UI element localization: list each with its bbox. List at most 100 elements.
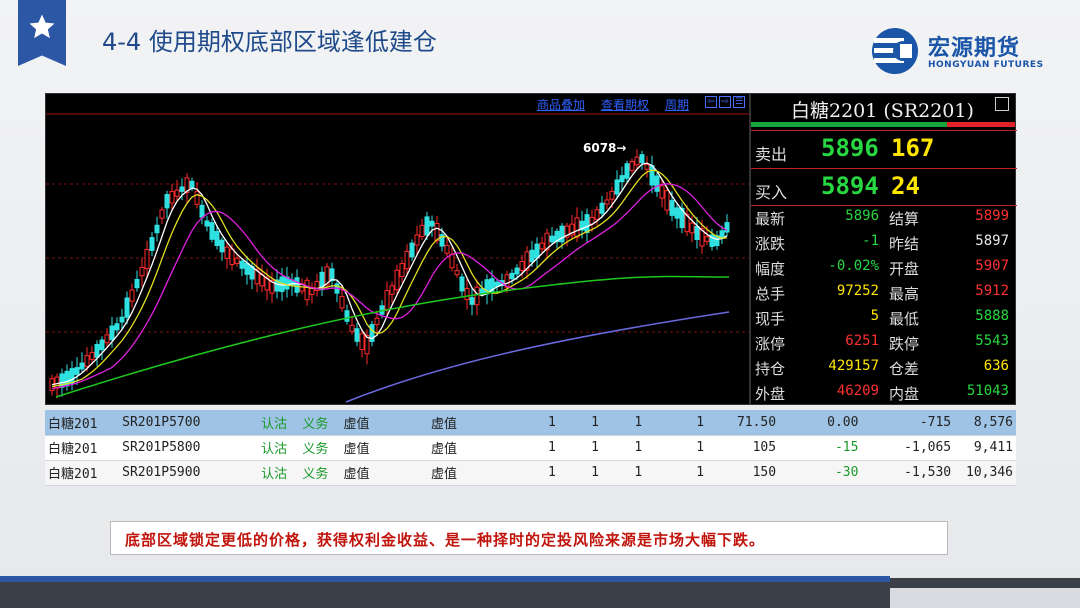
candle-body bbox=[534, 243, 540, 259]
quote-row: 外盘 46209 内盘 51043 bbox=[751, 383, 1017, 408]
candle-body bbox=[134, 278, 140, 289]
view-options-link[interactable]: 查看期权 bbox=[601, 96, 649, 112]
cell-c: 虚值 bbox=[340, 410, 429, 436]
chart-toolbar: 商品叠加 查看期权 周期 ⇦ ⇨ ☰ bbox=[537, 96, 745, 112]
quote-label: 最低 bbox=[889, 310, 920, 328]
logo-emblem-icon bbox=[872, 28, 918, 74]
menu-icon[interactable]: ☰ bbox=[733, 96, 745, 108]
candle-body bbox=[129, 289, 135, 302]
candle-body bbox=[199, 204, 205, 218]
candle-body bbox=[189, 180, 195, 189]
quote-label: 跌停 bbox=[889, 335, 920, 353]
candle-body bbox=[224, 246, 230, 259]
candle-body bbox=[409, 242, 415, 258]
candle-body bbox=[639, 154, 645, 164]
candle-body bbox=[394, 269, 400, 291]
candle-body bbox=[674, 207, 680, 219]
quote-label: 现手 bbox=[755, 310, 786, 328]
candle-body bbox=[584, 214, 590, 234]
cell-p: 105 bbox=[707, 435, 780, 461]
maximize-icon[interactable] bbox=[995, 97, 1009, 111]
candle-body bbox=[634, 156, 640, 166]
candle-body bbox=[559, 225, 565, 243]
candle-body bbox=[214, 231, 220, 246]
candle-body bbox=[89, 352, 95, 360]
cell-n3: 1 bbox=[602, 460, 646, 486]
quote-label: 仓差 bbox=[889, 360, 920, 378]
star-badge bbox=[18, 0, 66, 66]
overlay-link[interactable]: 商品叠加 bbox=[537, 96, 585, 112]
quote-label: 昨结 bbox=[889, 235, 920, 253]
arrow-left-icon[interactable]: ⇦ bbox=[705, 96, 717, 108]
options-table: 白糖201 SR201P5700 认沽 义务 虚值 虚值 1 1 1 1 71.50 0.00 -715… bbox=[45, 410, 1016, 486]
candle-body bbox=[139, 266, 145, 277]
candle-body bbox=[464, 288, 470, 300]
candle-body bbox=[99, 339, 105, 351]
quote-row: 幅度 -0.02% 开盘 5907 bbox=[751, 258, 1017, 283]
cell-a: 认沽 bbox=[258, 460, 300, 486]
divider bbox=[751, 168, 1017, 169]
candle-body bbox=[614, 179, 620, 195]
candle-body bbox=[219, 239, 225, 253]
candle-body bbox=[669, 200, 675, 216]
period-link[interactable]: 周期 bbox=[665, 96, 689, 112]
quote-value: -0.02% bbox=[828, 258, 879, 274]
quote-value: 5899 bbox=[975, 208, 1009, 224]
candle-body bbox=[519, 261, 525, 271]
quote-value: 5888 bbox=[975, 308, 1009, 324]
quote-label: 总手 bbox=[755, 285, 786, 303]
candle-body bbox=[414, 234, 420, 246]
candle-body bbox=[509, 272, 515, 280]
candle-body bbox=[374, 317, 380, 325]
quote-label: 外盘 bbox=[755, 385, 786, 403]
logo-en: HONGYUAN FUTURES bbox=[928, 60, 1044, 70]
moving-average-line bbox=[51, 162, 728, 386]
candle-body bbox=[204, 220, 210, 227]
table-row[interactable]: 白糖201 SR201P5900 认沽 义务 虚值 虚值 1 1 1 1 150 -30 -1,530 1… bbox=[45, 460, 1016, 486]
quote-value: 5897 bbox=[975, 233, 1009, 249]
candle-body bbox=[234, 257, 240, 264]
cell-y: 8,576 bbox=[954, 410, 1016, 436]
divider bbox=[751, 205, 1017, 206]
cell-y: 10,346 bbox=[954, 460, 1016, 486]
table-row[interactable]: 白糖201 SR201P5800 认沽 义务 虚值 虚值 1 1 1 1 105 -15 -1,065 9… bbox=[45, 435, 1016, 461]
cell-b: 义务 bbox=[299, 410, 341, 436]
arrow-right-icon[interactable]: ⇨ bbox=[719, 96, 731, 108]
cell-d: 虚值 bbox=[428, 435, 516, 461]
candle-body bbox=[574, 217, 580, 238]
cell-d: 虚值 bbox=[428, 410, 516, 436]
candlestick-plot: 6078→ bbox=[46, 113, 749, 403]
candle-body bbox=[429, 220, 435, 227]
price-chart[interactable]: 商品叠加 查看期权 周期 ⇦ ⇨ ☰ 6078→ bbox=[45, 93, 750, 405]
candle-body bbox=[239, 260, 245, 269]
candle-body bbox=[244, 262, 250, 275]
quote-label: 内盘 bbox=[889, 385, 920, 403]
candle-body bbox=[79, 362, 85, 370]
quote-value: 97252 bbox=[836, 283, 879, 299]
candle-body bbox=[359, 333, 365, 351]
cell-n2: 1 bbox=[558, 435, 602, 461]
cell-x: -1,530 bbox=[861, 460, 955, 486]
buy-price: 5894 bbox=[821, 172, 879, 200]
quote-title: 白糖2201 (SR2201) bbox=[791, 100, 974, 122]
candle-body bbox=[424, 216, 430, 236]
quote-value: 6251 bbox=[845, 333, 879, 349]
candle-body bbox=[599, 202, 605, 214]
candle-body bbox=[619, 175, 625, 183]
cell-n3: 1 bbox=[602, 410, 646, 436]
cell-n4: 1 bbox=[645, 460, 708, 486]
cell-b: 义务 bbox=[299, 460, 341, 486]
table-row[interactable]: 白糖201 SR201P5700 认沽 义务 虚值 虚值 1 1 1 1 71.50 0.00 -715… bbox=[45, 410, 1016, 436]
candle-body bbox=[629, 161, 635, 171]
cell-n3: 1 bbox=[602, 435, 646, 461]
footer-accent bbox=[0, 576, 890, 582]
cell-n2: 1 bbox=[558, 460, 602, 486]
cell-code: SR201P5900 bbox=[119, 460, 259, 486]
slide: 4-4 使用期权底部区域逢低建仓 宏源期货 HONGYUAN FUTURES 商… bbox=[0, 0, 1080, 608]
buy-label: 买入 bbox=[755, 183, 788, 202]
candle-body bbox=[529, 249, 535, 263]
quote-row: 最新 5896 结算 5899 bbox=[751, 208, 1017, 233]
candle-body bbox=[164, 194, 170, 209]
quote-value: 429157 bbox=[828, 358, 879, 374]
candle-body bbox=[719, 230, 725, 238]
